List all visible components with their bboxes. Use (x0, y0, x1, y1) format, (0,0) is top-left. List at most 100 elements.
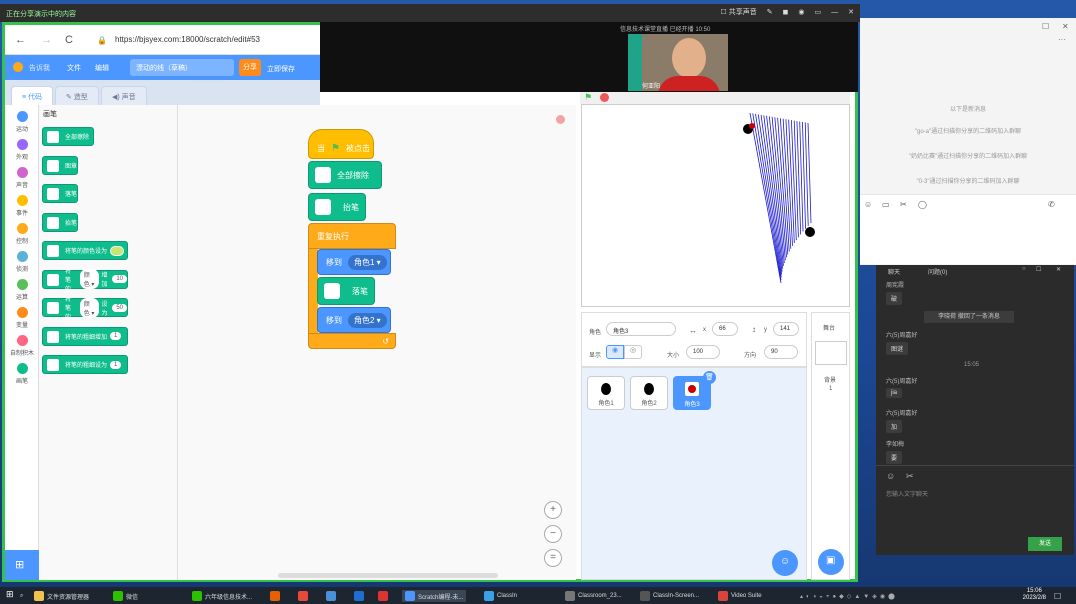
palette-block[interactable]: 将笔的颜色设为 (42, 241, 128, 260)
palette-block[interactable]: 将笔的粗细设为 1 (42, 355, 128, 374)
y-input[interactable]: 141 (773, 322, 799, 336)
category-5[interactable]: 侦测 (5, 251, 39, 273)
scratch-logo-icon[interactable] (13, 62, 23, 72)
pen-down-block[interactable]: 落笔 (317, 277, 375, 305)
share-button[interactable]: 分享 (239, 59, 261, 76)
forward-button[interactable]: → (41, 34, 52, 46)
notification-icon[interactable]: ☐ (1054, 590, 1061, 602)
zoom-in-button[interactable]: + (544, 501, 562, 519)
goto-1-dropdown[interactable]: 角色1 ▾ (348, 254, 387, 270)
stop-button[interactable] (600, 93, 609, 102)
workspace-scrollbar[interactable] (278, 573, 498, 578)
chat-circle-icon[interactable]: ○ (1022, 266, 1026, 272)
taskbar-item[interactable]: 微信 (113, 590, 138, 602)
taskbar-item[interactable]: 文件资源管理器 (34, 590, 89, 602)
palette-block[interactable]: 抬笔 (42, 212, 78, 232)
chat-expand-icon[interactable]: ☐ (1036, 266, 1041, 273)
taskbar-item[interactable]: ClassIn (484, 590, 517, 602)
taskbar-item[interactable]: ClassIn-Screen... (640, 590, 699, 602)
chat-emoji-icon[interactable]: ☺ (886, 471, 895, 481)
zoom-reset-button[interactable]: = (544, 549, 562, 567)
app-icon[interactable] (326, 590, 336, 602)
message-input-area[interactable]: ☺ ▭ ✂ ◯ ✆ (860, 194, 1076, 264)
taskbar-item[interactable]: Classroom_23... (565, 590, 622, 602)
palette-block[interactable]: 将笔的粗细增加 1 (42, 326, 128, 346)
app-icon[interactable] (270, 590, 280, 602)
size-input[interactable]: 100 (686, 345, 720, 359)
menu-edit[interactable]: 编辑 (95, 63, 109, 73)
minimize-icon[interactable]: — (831, 9, 838, 16)
annotate-icon[interactable]: ✎ (767, 8, 773, 16)
palette-block[interactable]: 全部擦除 (42, 127, 94, 146)
tab-code[interactable]: ≡ 代码 (11, 86, 54, 105)
category-6[interactable]: 运算 (5, 279, 39, 301)
hide-eye-button[interactable]: ◎ (624, 345, 642, 359)
pen-up-block[interactable]: 抬笔 (308, 193, 366, 221)
close-icon[interactable]: ✕ (848, 8, 854, 16)
members-icon[interactable]: ◉ (798, 8, 804, 16)
chat-close-icon[interactable]: ✕ (1056, 266, 1061, 273)
add-backdrop-button[interactable]: ▣ (818, 549, 844, 575)
chat-scissors-icon[interactable]: ✂ (906, 471, 914, 482)
taskbar-item[interactable]: 六年级信息技术... (192, 590, 252, 602)
category-4[interactable]: 控制 (5, 223, 39, 245)
add-extension-button[interactable]: ⊞ (5, 550, 39, 580)
add-sprite-button[interactable]: ☺ (772, 550, 798, 576)
start-icon[interactable]: ⊞ (6, 588, 14, 600)
direction-input[interactable]: 90 (764, 345, 798, 359)
send-button[interactable]: 发送 (1028, 537, 1062, 551)
menu-file[interactable]: 文件 (67, 63, 81, 73)
save-now-button[interactable]: 立即保存 (267, 64, 295, 74)
goto-2-dropdown[interactable]: 角色2 ▾ (348, 312, 387, 328)
category-3[interactable]: 事件 (5, 195, 39, 217)
palette-block[interactable]: 将笔的 颜色 ▾ 设为 50 (42, 297, 128, 321)
green-flag-button[interactable]: ⚑ (584, 92, 592, 103)
category-7[interactable]: 变量 (5, 307, 39, 329)
sprite-thumb-2[interactable]: 角色2 (630, 376, 668, 410)
color-swatch[interactable] (110, 245, 125, 256)
project-title-input[interactable]: 漂动的线（草稿） (130, 59, 234, 76)
category-1[interactable]: 外观 (5, 139, 39, 161)
stage-thumbnail[interactable] (815, 341, 847, 365)
more-icon[interactable]: ··· (1058, 35, 1066, 44)
phone-icon[interactable]: ✆ (1048, 200, 1055, 209)
category-8[interactable]: 自制积木 (5, 335, 39, 357)
menu-logo-text[interactable]: 告诉我 (29, 63, 50, 73)
when-flag-clicked-block[interactable]: 当 ⚑ 被点击 (308, 129, 374, 159)
app-icon[interactable] (378, 590, 388, 602)
category-9[interactable]: 画笔 (5, 363, 39, 385)
zoom-out-button[interactable]: − (544, 525, 562, 543)
back-button[interactable]: ← (15, 34, 26, 46)
taskbar-clock[interactable]: 15:06 2023/2/8 (1023, 588, 1046, 602)
tab-questions[interactable]: 问题(0) (928, 267, 947, 276)
code-workspace[interactable]: 当 ⚑ 被点击 全部擦除 抬笔 重复执行 移到 角色1 ▾ 落笔 移到 角色2 … (178, 105, 576, 580)
share-audio-toggle[interactable]: ☐ 共享声音 (720, 7, 756, 17)
palette-block-dropdown[interactable]: 颜色 ▾ (79, 269, 99, 289)
palette-block[interactable]: 将笔的 颜色 ▾ 增加 10 (42, 269, 128, 293)
window-close-icon[interactable]: ✕ (1062, 22, 1069, 31)
palette-block[interactable]: 落笔 (42, 184, 78, 203)
x-input[interactable]: 66 (712, 322, 738, 336)
window-icon[interactable]: ▭ (815, 8, 822, 16)
pen-clear-block[interactable]: 全部擦除 (308, 161, 382, 189)
stage-canvas[interactable] (581, 104, 850, 307)
scissors-icon[interactable]: ✂ (900, 200, 907, 209)
sprite-name-input[interactable]: 角色3 (606, 322, 676, 336)
address-bar[interactable]: https://bjsyex.com:18000/scratch/edit#53 (115, 35, 260, 44)
app-icon[interactable] (298, 590, 308, 602)
goto-sprite2-block[interactable]: 移到 角色2 ▾ (317, 307, 391, 333)
emoji-icon[interactable]: ☺ (864, 200, 872, 209)
palette-block-value[interactable]: 1 (110, 360, 122, 369)
app-icon[interactable] (354, 590, 364, 602)
category-0[interactable]: 运动 (5, 111, 39, 133)
tray-icons[interactable]: ▴◐◑◒◓●◆◇▲▼◈◉⬤ (800, 590, 898, 602)
palette-block-value[interactable]: 50 (112, 303, 127, 312)
taskbar-item[interactable]: Scratch编程-未... (402, 590, 467, 602)
category-2[interactable]: 声音 (5, 167, 39, 189)
reload-button[interactable]: C (65, 34, 73, 46)
taskbar-item[interactable]: Video Suite (718, 590, 762, 602)
tab-chat[interactable]: 聊天 (888, 267, 900, 276)
folder-icon[interactable]: ▭ (882, 200, 890, 209)
search-icon[interactable]: ⌕ (20, 590, 23, 602)
sprite2-on-stage[interactable] (805, 227, 815, 237)
